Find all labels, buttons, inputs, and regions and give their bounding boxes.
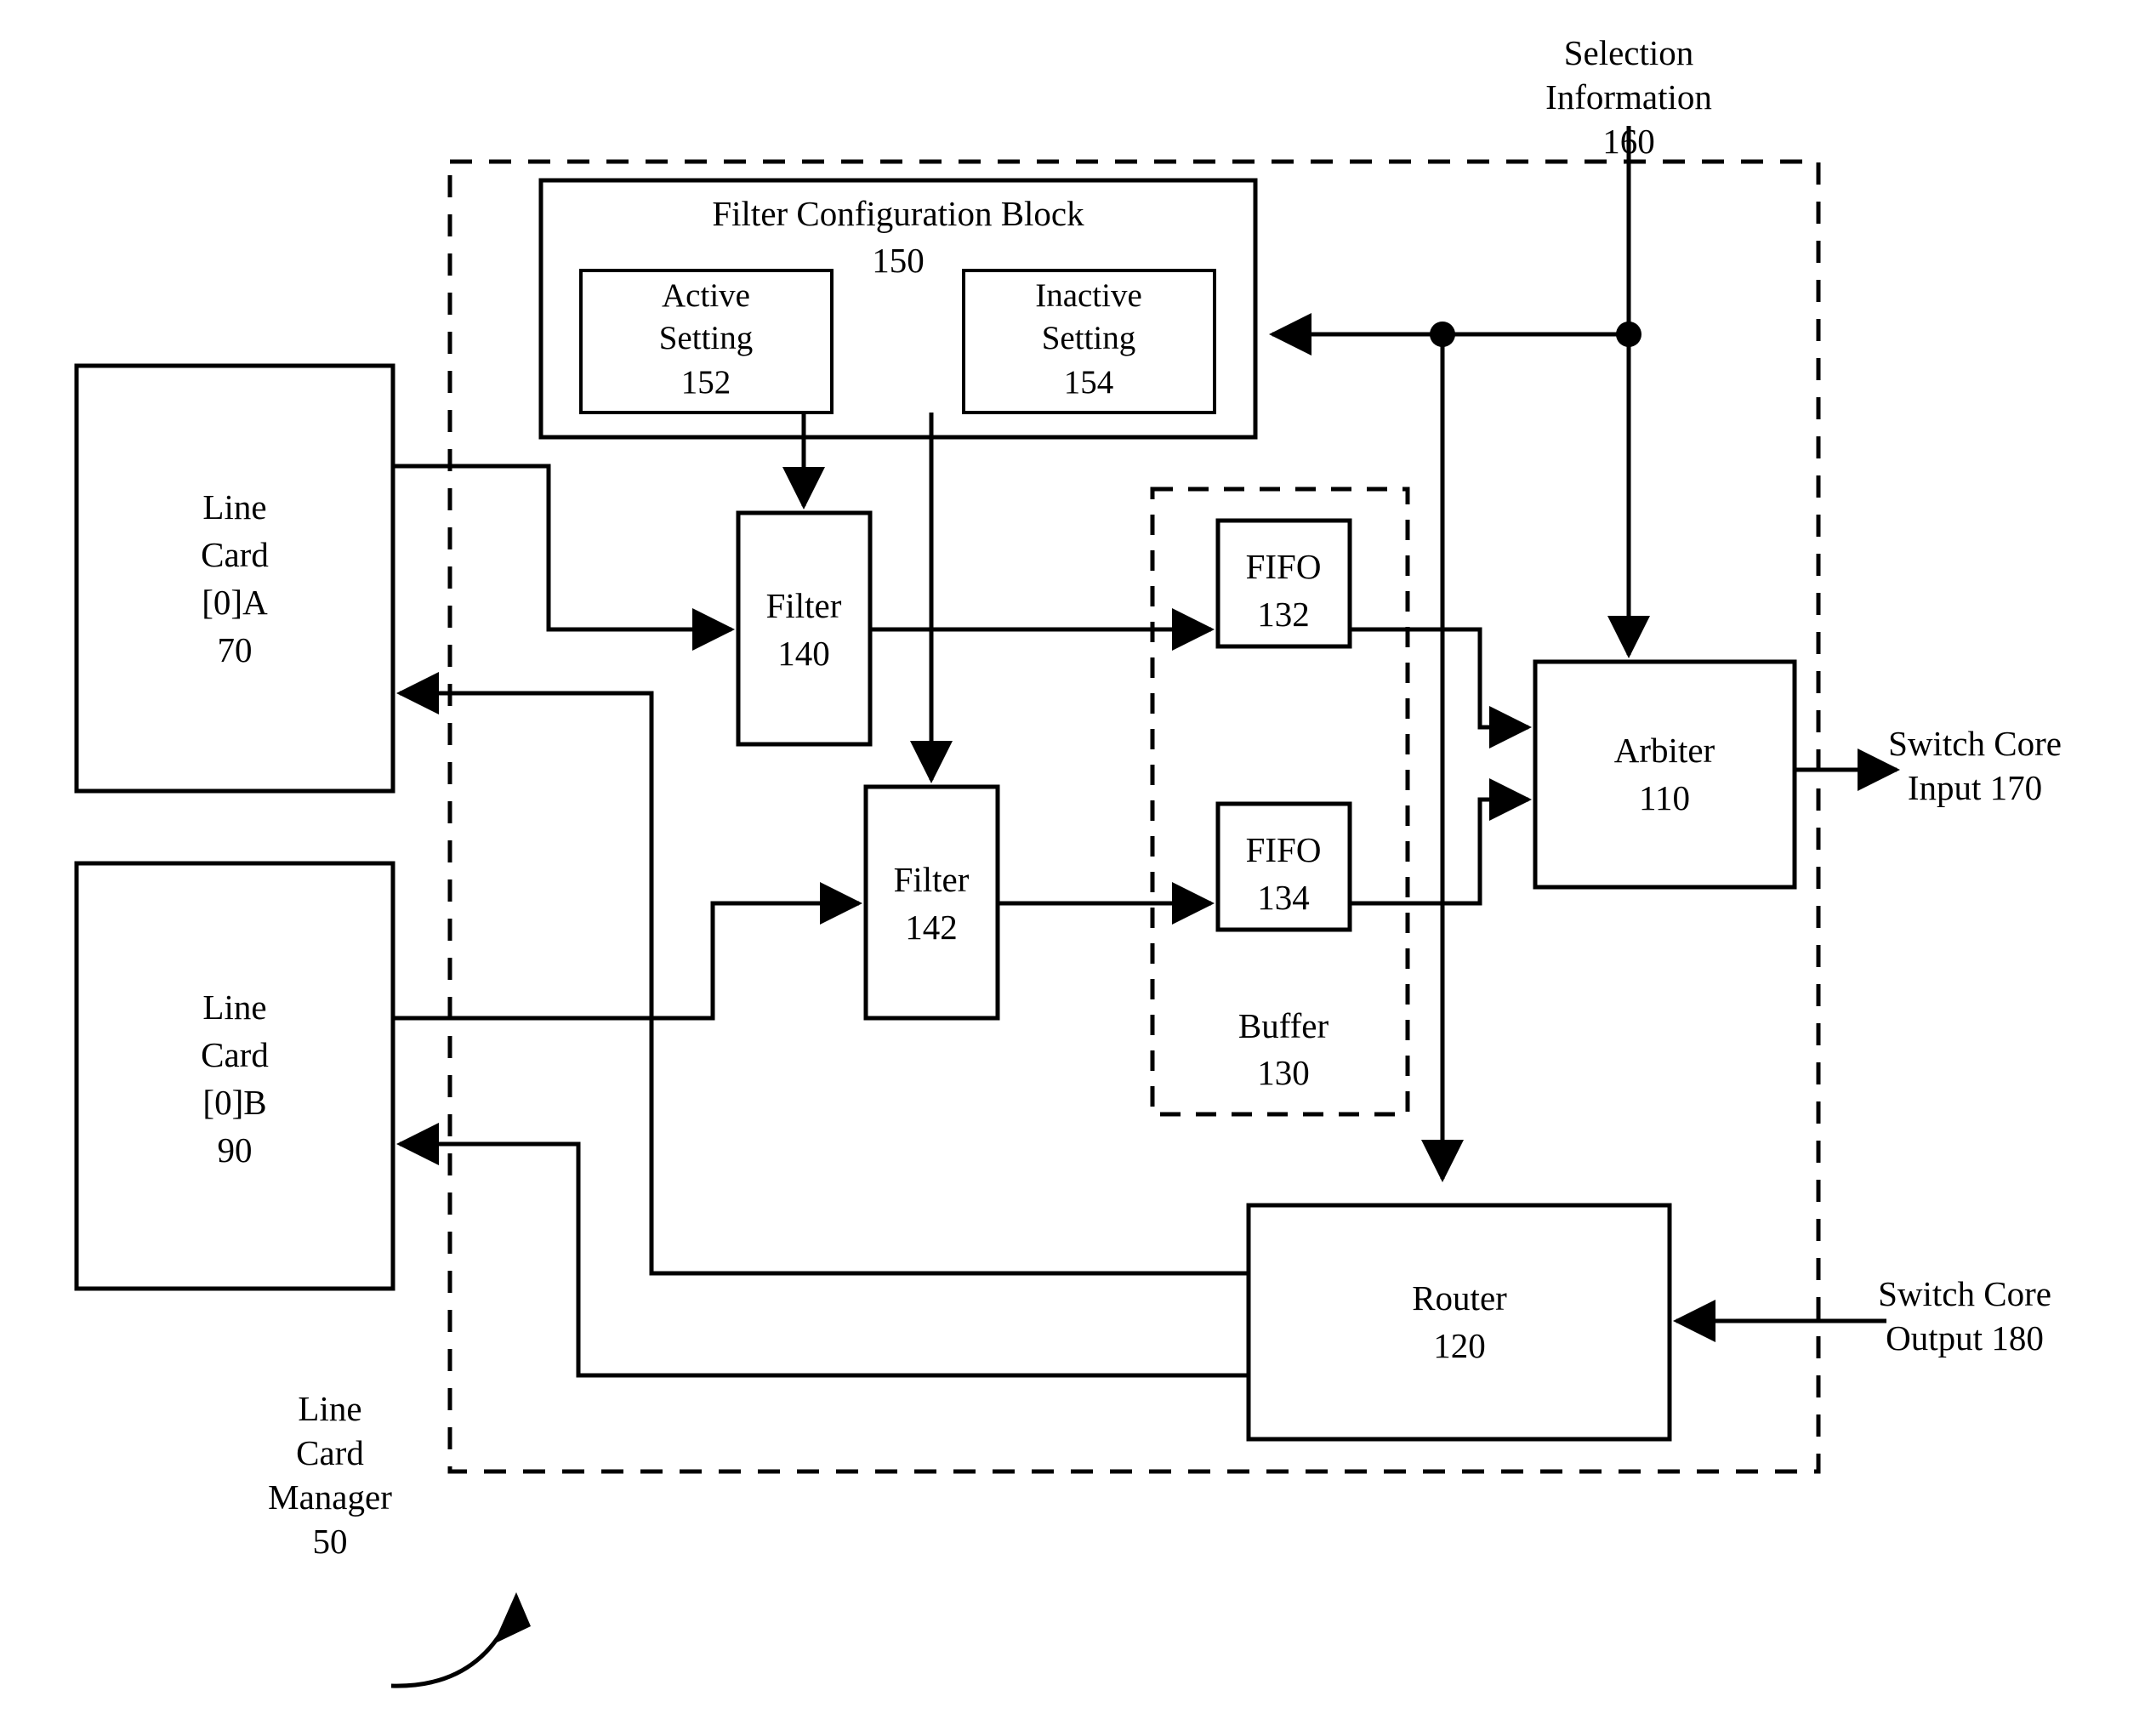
filter-142-box xyxy=(863,784,1000,1021)
switch-core-input-label-2: Input 170 xyxy=(1908,768,2042,807)
line-card-manager-leader-curve xyxy=(390,1614,513,1688)
router-120-box xyxy=(1246,1203,1672,1442)
active-setting-label-2: Setting xyxy=(659,320,754,356)
switch-core-input-label-1: Switch Core xyxy=(1888,724,2062,763)
inactive-setting-ref: 154 xyxy=(1064,364,1114,401)
line-card-manager-ref: 50 xyxy=(313,1522,348,1561)
wire-fifo-134-to-arbiter xyxy=(1350,778,1533,906)
block-diagram-canvas: Line Card [0]A 70 Line Card [0]B 90 Filt… xyxy=(74,33,2062,1688)
filter-140-name: Filter xyxy=(766,586,842,625)
inactive-setting-label-2: Setting xyxy=(1042,320,1136,356)
line-card-manager-label-2: Card xyxy=(296,1433,364,1472)
switch-core-output-label-1: Switch Core xyxy=(1878,1274,2051,1313)
filter-configuration-block-ref: 150 xyxy=(872,241,925,280)
line-card-a-label-3: [0]A xyxy=(202,583,268,622)
buffer-130-name: Buffer xyxy=(1238,1006,1329,1045)
line-card-a-label-1: Line xyxy=(202,487,266,526)
selection-information-label-2: Information xyxy=(1545,77,1712,117)
fifo-134-ref: 134 xyxy=(1257,878,1310,917)
line-card-b-label-2: Card xyxy=(201,1035,269,1074)
wire-router-to-line-card-b xyxy=(395,1123,1249,1378)
filter-configuration-block-title: Filter Configuration Block xyxy=(712,194,1084,233)
line-card-b-label-1: Line xyxy=(202,988,266,1027)
active-setting-ref: 152 xyxy=(681,364,731,401)
filter-140-ref: 140 xyxy=(777,634,830,673)
fifo-132-name: FIFO xyxy=(1246,547,1322,586)
selection-information-ref: 160 xyxy=(1602,122,1655,161)
line-card-b-ref: 90 xyxy=(218,1130,253,1170)
line-card-a-ref: 70 xyxy=(218,630,253,669)
wire-fifo-132-to-arbiter xyxy=(1350,627,1533,748)
line-card-a-label-2: Card xyxy=(201,535,269,574)
arbiter-110-box xyxy=(1533,659,1797,890)
fifo-132-ref: 132 xyxy=(1257,595,1310,634)
wire-line-card-a-to-filter-140 xyxy=(393,464,736,651)
arbiter-110-name: Arbiter xyxy=(1614,731,1715,770)
line-card-b-box xyxy=(74,861,395,1291)
filter-142-name: Filter xyxy=(894,860,970,899)
inactive-setting-label-1: Inactive xyxy=(1035,277,1142,314)
line-card-manager-label-1: Line xyxy=(298,1389,361,1428)
line-card-a-box xyxy=(74,363,395,794)
line-card-manager-leader-arrowhead xyxy=(493,1592,531,1644)
switch-core-output-label-2: Output 180 xyxy=(1886,1318,2044,1357)
wire-router-to-line-card-a xyxy=(395,672,1249,1276)
active-setting-label-1: Active xyxy=(662,277,750,314)
junction-dot-arbiter-branch xyxy=(1616,322,1641,347)
router-120-name: Router xyxy=(1412,1278,1507,1318)
filter-140-box xyxy=(736,510,873,747)
fifo-134-name: FIFO xyxy=(1246,830,1322,869)
wire-line-card-b-to-filter-142 xyxy=(393,882,863,1021)
selection-information-label-1: Selection xyxy=(1564,33,1694,72)
arbiter-110-ref: 110 xyxy=(1639,778,1690,817)
filter-142-ref: 142 xyxy=(905,908,958,947)
patent-figure: Line Card [0]A 70 Line Card [0]B 90 Filt… xyxy=(0,0,2145,1736)
buffer-130-ref: 130 xyxy=(1257,1053,1310,1092)
junction-dot-router-branch xyxy=(1430,322,1455,347)
line-card-manager-label-3: Manager xyxy=(268,1477,392,1517)
line-card-b-label-3: [0]B xyxy=(202,1083,266,1122)
router-120-ref: 120 xyxy=(1433,1326,1486,1365)
